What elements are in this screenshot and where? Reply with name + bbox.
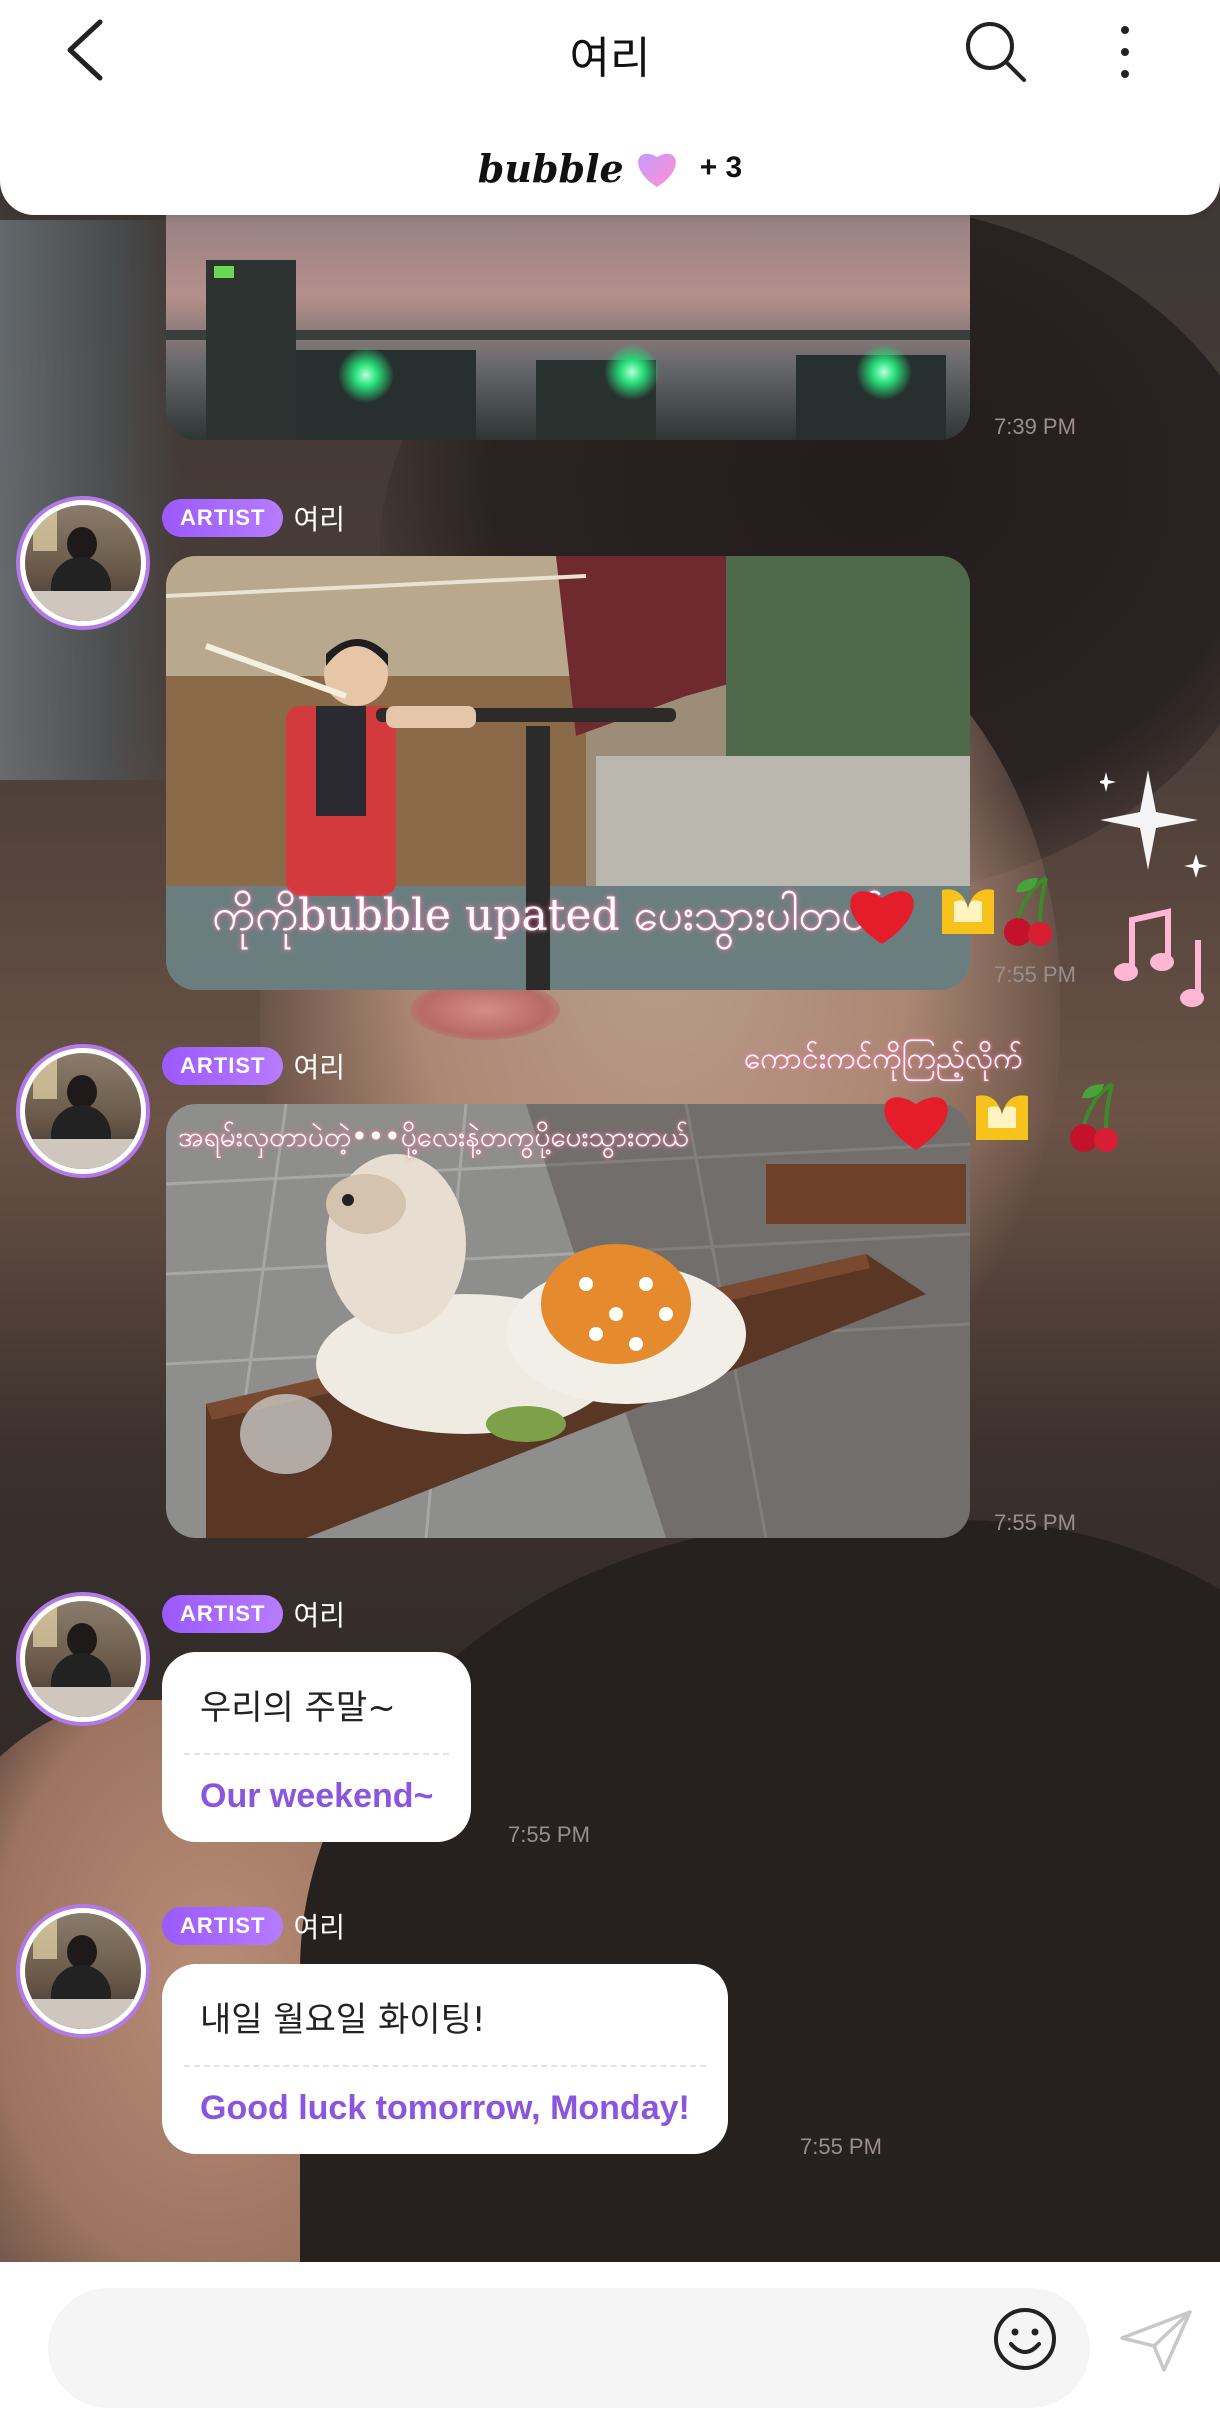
- brand-wordmark: bubble: [477, 145, 624, 191]
- image-message-dog[interactable]: [166, 1104, 970, 1538]
- message-time: 7:55 PM: [800, 2134, 882, 2159]
- message-korean: 내일 월요일 화이팅!: [200, 2000, 486, 2040]
- sender-row: ARTIST 여리: [162, 1906, 345, 1946]
- image-message-sky[interactable]: [166, 180, 970, 440]
- message-korean: 우리의 주말~: [200, 1688, 396, 1728]
- more-vertical-icon[interactable]: [1110, 22, 1140, 82]
- message-input-bar: [0, 2262, 1220, 2436]
- artist-avatar[interactable]: [16, 1904, 150, 2038]
- heart-icon: [637, 153, 676, 187]
- artist-avatar[interactable]: [16, 496, 150, 630]
- sender-row: ARTIST 여리: [162, 1046, 345, 1086]
- message-input[interactable]: [48, 2288, 1090, 2408]
- message-time: 7:55 PM: [508, 1822, 590, 1847]
- chat-title: 여리: [569, 33, 651, 84]
- heart-sticker-row-2: [884, 1082, 1118, 1152]
- member-count: + 3: [699, 151, 743, 184]
- sender-name: 여리: [293, 503, 345, 536]
- sky-photo: [166, 180, 970, 440]
- sender-row: ARTIST 여리: [162, 498, 345, 538]
- artist-avatar[interactable]: [16, 1044, 150, 1178]
- sender-name: 여리: [293, 1599, 345, 1632]
- music-note-sticker: [1114, 908, 1204, 1007]
- message-translation: Our weekend~: [200, 1777, 434, 1815]
- artist-avatar[interactable]: [16, 1592, 150, 1726]
- overlay-caption: အရမ်းလှတာပဲတဲ့•••ပို့လေးနဲ့တကွပို့ပေးသွာ…: [178, 1120, 689, 1153]
- sender-name: 여리: [293, 1911, 345, 1944]
- artist-badge: ARTIST: [162, 1595, 284, 1633]
- message-time: 7:39 PM: [994, 414, 1076, 439]
- chevron-left-icon[interactable]: [60, 18, 120, 82]
- heart-sticker-row-1: [850, 876, 1052, 946]
- artist-badge: ARTIST: [162, 1047, 284, 1085]
- dog-photo: [166, 1104, 970, 1538]
- text-message-bubble[interactable]: 내일 월요일 화이팅! Good luck tomorrow, Monday!: [162, 1964, 728, 2154]
- text-message-bubble[interactable]: 우리의 주말~ Our weekend~: [162, 1652, 472, 1842]
- artist-badge: ARTIST: [162, 499, 284, 537]
- paper-plane-icon[interactable]: [1118, 2308, 1194, 2374]
- sender-name: 여리: [293, 1051, 345, 1084]
- bubble-brand: bubble + 3: [0, 145, 1220, 205]
- overlay-caption: ကိုကိုbubble upated ပေးသွားပါတယ်: [212, 890, 884, 941]
- chat-area[interactable]: 7:39 PM ARTIST 여리 7:55 PM ARTIST 여리 7:55…: [0, 0, 1220, 2260]
- overlay-caption: ကောင်းကင်ကိုကြည့်လိုက်: [744, 1041, 1023, 1076]
- artist-badge: ARTIST: [162, 1907, 284, 1945]
- search-icon[interactable]: [962, 18, 1028, 84]
- message-translation: Good luck tomorrow, Monday!: [200, 2089, 690, 2127]
- message-time: 7:55 PM: [994, 1510, 1076, 1535]
- sender-row: ARTIST 여리: [162, 1594, 345, 1634]
- chat-header: 여리 bubble + 3: [0, 0, 1220, 215]
- sparkle-sticker: [1100, 770, 1208, 878]
- message-time: 7:55 PM: [994, 962, 1076, 987]
- smiley-icon[interactable]: [992, 2306, 1058, 2372]
